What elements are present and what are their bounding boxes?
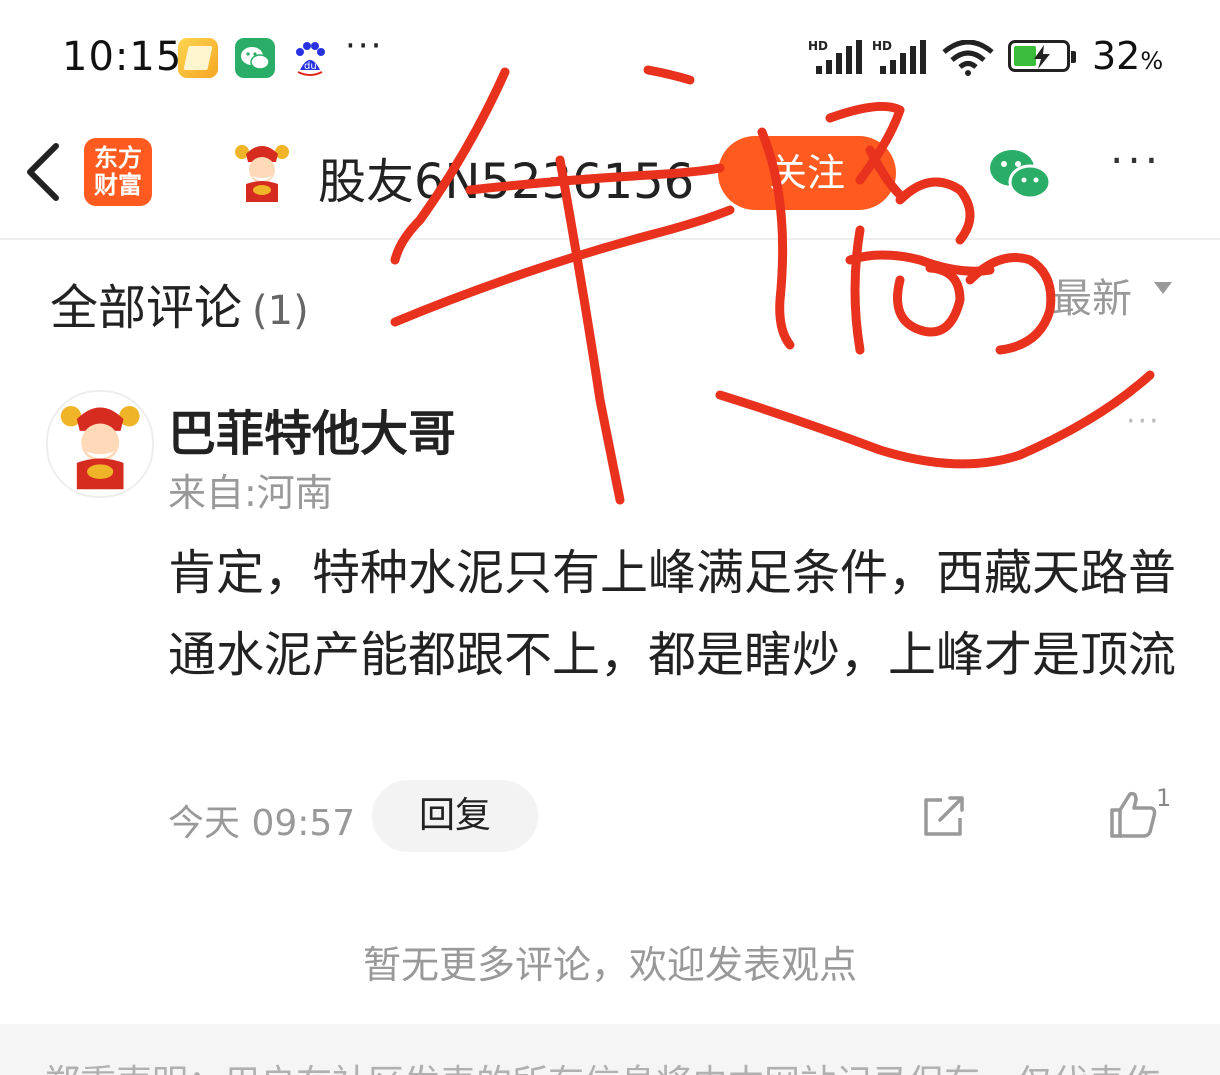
commenter-location: 来自:河南 <box>168 471 333 515</box>
eastmoney-logo[interactable]: 东方 财富 <box>84 138 152 206</box>
disclaimer-band: 郑重声明：用户在社区发表的所有信息将由本网站记录保存，仅代表作 <box>0 1024 1220 1075</box>
user-avatar[interactable] <box>232 140 292 202</box>
status-more-icon: ··· <box>345 26 384 66</box>
all-comments-title: 全部评论 (1) <box>50 268 309 338</box>
svg-text:du: du <box>304 61 317 72</box>
wechat-share-icon[interactable] <box>986 146 1052 202</box>
signal-hd-label-2: HD <box>872 40 892 53</box>
comment-text: 肯定，特种水泥只有上峰满足条件，西藏天路普通水泥产能都跟不上，都是瞎炒，上峰才是… <box>168 545 1177 683</box>
battery-percent: 32% <box>1092 34 1164 78</box>
reply-button[interactable]: 回复 <box>372 780 538 852</box>
battery-icon <box>1008 40 1076 72</box>
like-count: 1 <box>1156 784 1172 812</box>
signal-icon-2: HD <box>872 40 926 74</box>
back-arrow-icon[interactable] <box>22 140 66 204</box>
disclaimer-text: 郑重声明：用户在社区发表的所有信息将由本网站记录保存，仅代表作 <box>44 1054 1160 1075</box>
baidu-icon: du <box>290 38 330 78</box>
wifi-icon <box>942 40 994 76</box>
thumbs-up-icon[interactable] <box>1108 790 1158 838</box>
comment-timestamp: 今天 09:57 <box>168 803 356 844</box>
top-navigation-bar: 东方 财富 股友6N5236156 关注 ··· <box>0 110 1220 240</box>
brand-line-2: 财富 <box>94 171 142 199</box>
header-username: 股友6N5236156 <box>318 154 695 210</box>
no-more-comments: 暂无更多评论，欢迎发表观点 <box>362 943 857 987</box>
comment-more-icon[interactable]: ··· <box>1126 404 1161 439</box>
more-options-icon[interactable]: ··· <box>1110 136 1162 185</box>
all-comments-label: 全部评论 <box>50 280 243 336</box>
comments-count: (1) <box>252 288 309 334</box>
sort-selector[interactable]: 最新 <box>1052 266 1132 324</box>
caret-down-icon[interactable] <box>1154 282 1172 294</box>
status-bar: 10:15 du ··· HD HD 32% <box>0 0 1220 110</box>
share-icon[interactable] <box>920 794 968 838</box>
follow-button[interactable]: 关注 <box>718 136 896 210</box>
commenter-avatar[interactable] <box>46 390 154 498</box>
notes-app-icon <box>178 38 218 78</box>
brand-line-1: 东方 <box>94 144 142 172</box>
signal-hd-label-1: HD <box>808 40 828 53</box>
wechat-icon <box>235 38 275 78</box>
status-time: 10:15 <box>62 34 183 80</box>
commenter-name[interactable]: 巴菲特他大哥 <box>168 394 456 464</box>
signal-icon-1: HD <box>808 40 862 74</box>
